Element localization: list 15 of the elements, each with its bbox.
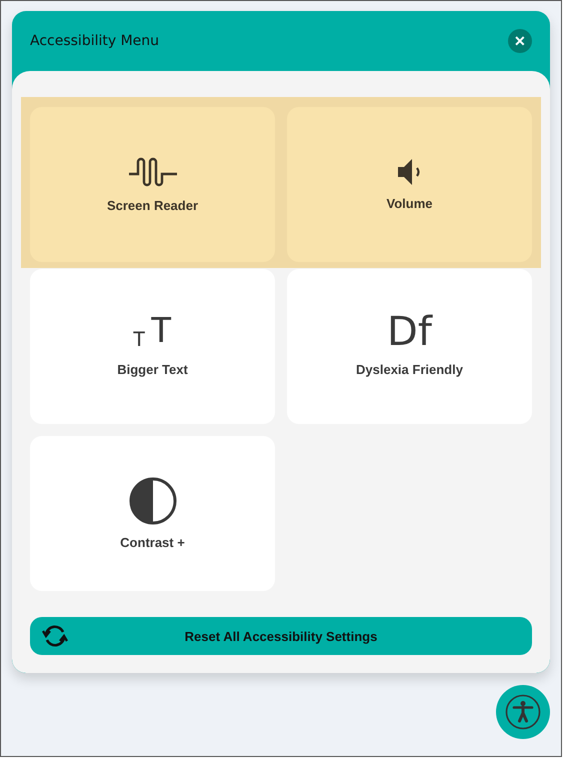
contrast-icon <box>128 477 176 525</box>
refresh-icon <box>42 623 68 649</box>
speaker-icon <box>396 158 422 186</box>
close-button[interactable]: ✕ <box>508 29 532 53</box>
letters-icon: T T <box>132 316 172 352</box>
letters-icon: Df <box>387 316 432 352</box>
accessibility-button[interactable] <box>496 685 550 739</box>
menu-title: Accessibility Menu <box>30 33 160 49</box>
feature-tile[interactable]: Screen Reader <box>30 107 275 262</box>
feature-tile[interactable]: Volume <box>287 107 532 262</box>
sound-wave-icon <box>128 156 178 188</box>
feature-tile[interactable]: Contrast + <box>30 436 275 591</box>
feature-tile[interactable]: Df Dyslexia Friendly <box>287 269 532 424</box>
feature-tile[interactable]: T T Bigger Text <box>30 269 275 424</box>
reset-button[interactable]: Reset All Accessibility Settings <box>30 617 532 655</box>
